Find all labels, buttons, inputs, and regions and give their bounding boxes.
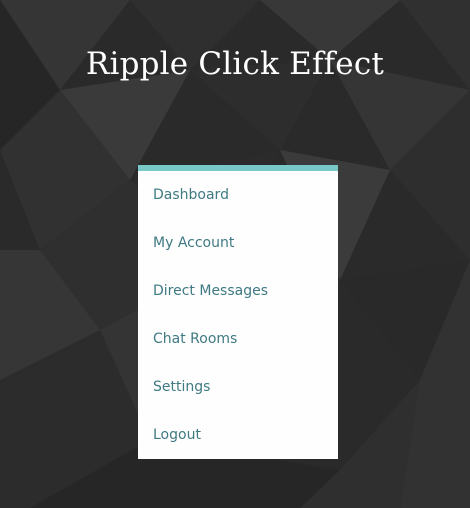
menu-item-dashboard[interactable]: Dashboard bbox=[138, 171, 338, 219]
menu-item-chat-rooms[interactable]: Chat Rooms bbox=[138, 315, 338, 363]
menu-item-direct-messages[interactable]: Direct Messages bbox=[138, 267, 338, 315]
ripple-menu: Dashboard My Account Direct Messages Cha… bbox=[138, 165, 338, 459]
menu-list: Dashboard My Account Direct Messages Cha… bbox=[138, 171, 338, 459]
page-title: Ripple Click Effect bbox=[85, 46, 385, 82]
menu-item-logout[interactable]: Logout bbox=[138, 411, 338, 459]
menu-item-settings[interactable]: Settings bbox=[138, 363, 338, 411]
menu-item-my-account[interactable]: My Account bbox=[138, 219, 338, 267]
